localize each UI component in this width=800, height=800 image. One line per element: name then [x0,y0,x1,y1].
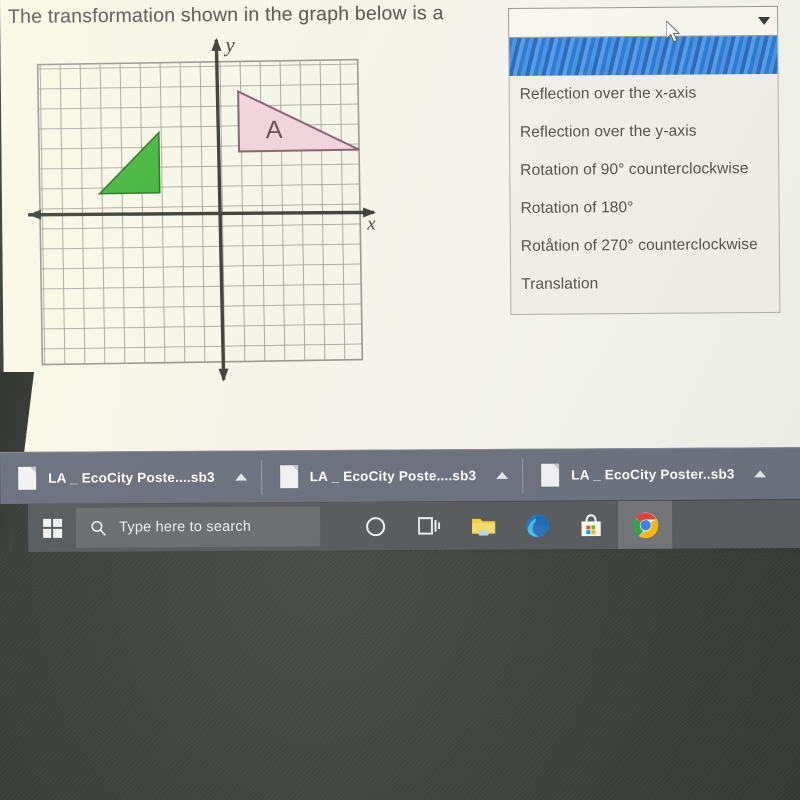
search-icon [91,520,106,536]
transformation-dropdown[interactable]: Reflection over the x-axis Reflection ov… [508,5,781,315]
dropdown-combobox[interactable] [508,5,779,38]
file-icon [18,466,37,490]
dropdown-option-list[interactable]: Reflection over the x-axis Reflection ov… [508,35,781,315]
downloads-bar: LA _ EcoCity Poste....sb3 LA _ EcoCity P… [0,447,800,504]
windows-taskbar: Type here to search [28,499,800,552]
x-axis-label: x [366,213,376,234]
download-filename: LA _ EcoCity Poste....sb3 [309,468,477,485]
task-view-icon[interactable] [402,502,456,550]
file-explorer-icon[interactable] [456,501,510,549]
coordinate-graph: A y x [19,23,395,399]
chevron-down-icon[interactable] [758,16,771,26]
dropdown-option-rotation-180[interactable]: Rotation of 180° [510,188,778,228]
dropdown-option-rotation-270[interactable]: Rotåtion of 270° counterclockwise [511,226,779,266]
cortana-icon[interactable] [348,502,402,550]
dropdown-option-rotation-90[interactable]: Rotation of 90° counterclockwise [510,150,778,190]
graph-svg: A y x [28,33,376,382]
dropdown-option-reflection-y[interactable]: Reflection over the y-axis [510,112,778,152]
download-filename: LA _ EcoCity Poste....sb3 [48,469,215,486]
file-icon [279,465,298,489]
search-placeholder: Type here to search [119,518,252,536]
chevron-up-icon[interactable] [754,470,767,478]
download-item[interactable]: LA _ EcoCity Poste....sb3 [0,451,261,505]
microsoft-store-icon[interactable] [564,501,618,549]
windows-logo-icon [42,518,62,538]
chevron-up-icon[interactable] [496,471,509,479]
chevron-up-icon[interactable] [234,473,247,481]
monitor-screen: The transformation shown in the graph be… [0,0,800,553]
y-axis-label: y [223,33,235,57]
shape-a-label: A [266,116,283,144]
search-input[interactable]: Type here to search [76,506,321,548]
start-button[interactable] [28,504,76,552]
download-item[interactable]: LA _ EcoCity Poste....sb3 [262,449,523,503]
taskbar-icons [348,500,673,551]
microsoft-edge-icon[interactable] [510,501,564,549]
download-item[interactable]: LA _ EcoCity Poster..sb3 [523,448,781,502]
dropdown-option-translation[interactable]: Translation [511,264,779,304]
mouse-cursor-icon [666,20,681,43]
dropdown-option-reflection-x[interactable]: Reflection over the x-axis [510,74,778,114]
dropdown-option-highlighted[interactable] [509,35,778,76]
download-filename: LA _ EcoCity Poster..sb3 [571,466,735,483]
google-chrome-icon[interactable] [617,500,673,549]
screenshot-root: The transformation shown in the graph be… [0,0,800,800]
file-icon [541,463,560,487]
